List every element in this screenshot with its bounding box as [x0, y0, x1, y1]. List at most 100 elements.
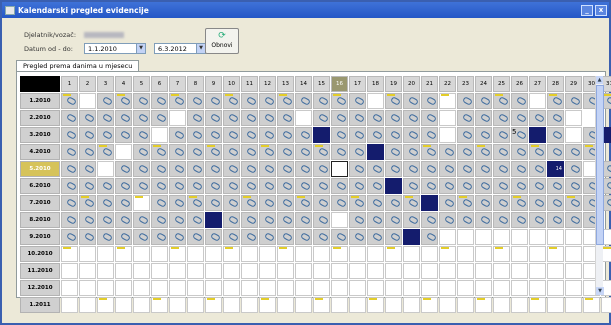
day-cell-empty[interactable] [493, 280, 510, 296]
day-cell-record[interactable] [475, 161, 492, 177]
day-cell-highlight[interactable] [367, 144, 384, 160]
day-cell-record[interactable] [205, 93, 222, 109]
day-cell-record[interactable] [565, 178, 582, 194]
day-cell-record[interactable] [169, 212, 186, 228]
day-cell-record[interactable] [61, 110, 78, 126]
day-cell-record[interactable] [79, 127, 96, 143]
day-cell-empty[interactable] [241, 246, 258, 262]
day-cell-record[interactable] [349, 195, 366, 211]
day-cell-record[interactable] [205, 229, 222, 245]
day-cell-empty[interactable] [133, 297, 150, 313]
day-cell-record[interactable] [187, 178, 204, 194]
day-cell-record[interactable] [511, 195, 528, 211]
day-cell-empty[interactable] [457, 297, 474, 313]
scroll-thumb[interactable] [596, 85, 604, 245]
day-cell-empty[interactable] [511, 246, 528, 262]
day-cell-record[interactable] [331, 195, 348, 211]
day-cell-record[interactable] [511, 212, 528, 228]
day-cell-record[interactable] [367, 195, 384, 211]
day-cell-empty[interactable] [259, 280, 276, 296]
month-label[interactable]: 1.2011 [20, 297, 60, 313]
month-label[interactable]: 4.2010 [20, 144, 60, 160]
day-cell-empty[interactable] [565, 229, 582, 245]
day-cell-empty[interactable] [61, 280, 78, 296]
refresh-button[interactable]: ⟳ Obnovi [205, 28, 239, 54]
day-cell-record[interactable] [115, 161, 132, 177]
day-cell-empty[interactable] [241, 263, 258, 279]
day-cell-record[interactable] [439, 212, 456, 228]
day-cell-record[interactable] [511, 93, 528, 109]
month-label[interactable]: 2.2010 [20, 110, 60, 126]
day-cell-empty[interactable] [97, 161, 114, 177]
day-cell-record[interactable] [493, 110, 510, 126]
day-cell-empty[interactable] [61, 297, 78, 313]
day-cell-record[interactable] [403, 93, 420, 109]
day-cell-record[interactable] [403, 110, 420, 126]
day-cell-empty[interactable] [529, 246, 546, 262]
day-cell-record[interactable] [259, 127, 276, 143]
day-cell-empty[interactable] [61, 246, 78, 262]
day-cell-empty[interactable] [439, 110, 456, 126]
day-cell-empty[interactable] [223, 280, 240, 296]
day-cell-record[interactable] [205, 178, 222, 194]
day-cell-record[interactable] [313, 195, 330, 211]
day-cell-record[interactable] [565, 212, 582, 228]
day-cell-record[interactable] [547, 127, 564, 143]
day-cell-record[interactable] [223, 212, 240, 228]
day-cell-record[interactable] [169, 229, 186, 245]
day-cell-empty[interactable] [295, 110, 312, 126]
day-cell-record[interactable] [421, 229, 438, 245]
day-cell-record[interactable] [223, 195, 240, 211]
day-cell-empty[interactable] [223, 263, 240, 279]
day-cell-record[interactable] [493, 161, 510, 177]
month-label[interactable]: 7.2010 [20, 195, 60, 211]
day-cell-record[interactable] [349, 110, 366, 126]
day-cell-empty[interactable] [565, 127, 582, 143]
scroll-down-arrow[interactable]: ▼ [596, 287, 604, 295]
day-cell-empty[interactable] [331, 280, 348, 296]
day-cell-record[interactable] [259, 195, 276, 211]
vertical-scrollbar[interactable]: ▲ ▼ [595, 76, 604, 295]
day-cell-record[interactable] [133, 178, 150, 194]
day-cell-record[interactable] [331, 229, 348, 245]
day-cell-empty[interactable] [493, 297, 510, 313]
day-cell-empty[interactable] [385, 246, 402, 262]
day-cell-record[interactable] [385, 229, 402, 245]
day-cell-record[interactable] [277, 110, 294, 126]
day-cell-empty[interactable] [529, 263, 546, 279]
day-cell-empty[interactable] [79, 263, 96, 279]
day-cell-highlight[interactable]: 14 [547, 161, 564, 177]
day-cell-record[interactable] [349, 178, 366, 194]
day-cell-record[interactable] [169, 127, 186, 143]
day-cell-record[interactable] [511, 110, 528, 126]
day-cell-record[interactable] [511, 144, 528, 160]
day-cell-record[interactable] [313, 144, 330, 160]
day-cell-empty[interactable] [277, 280, 294, 296]
day-cell-empty[interactable] [403, 297, 420, 313]
day-cell-empty[interactable] [169, 246, 186, 262]
day-cell-record[interactable] [97, 127, 114, 143]
day-cell-record[interactable] [169, 161, 186, 177]
day-cell-record[interactable] [367, 178, 384, 194]
day-cell-record[interactable] [79, 212, 96, 228]
day-cell-empty[interactable] [151, 263, 168, 279]
day-cell-record[interactable] [115, 127, 132, 143]
day-cell-record[interactable] [223, 144, 240, 160]
day-cell-record[interactable] [169, 93, 186, 109]
day-cell-record[interactable] [475, 144, 492, 160]
day-cell-record[interactable] [349, 161, 366, 177]
day-cell-empty[interactable] [241, 297, 258, 313]
day-cell-empty[interactable] [331, 161, 348, 177]
day-cell-highlight[interactable] [529, 127, 546, 143]
day-cell-record[interactable] [61, 212, 78, 228]
day-cell-empty[interactable] [151, 297, 168, 313]
day-cell-record[interactable] [367, 127, 384, 143]
day-cell-empty[interactable] [547, 246, 564, 262]
day-cell-empty[interactable] [151, 246, 168, 262]
day-cell-record[interactable] [223, 127, 240, 143]
day-cell-record[interactable] [79, 144, 96, 160]
day-cell-record[interactable] [349, 144, 366, 160]
day-cell-record[interactable] [475, 195, 492, 211]
day-cell-empty[interactable] [205, 246, 222, 262]
day-cell-record[interactable] [457, 161, 474, 177]
